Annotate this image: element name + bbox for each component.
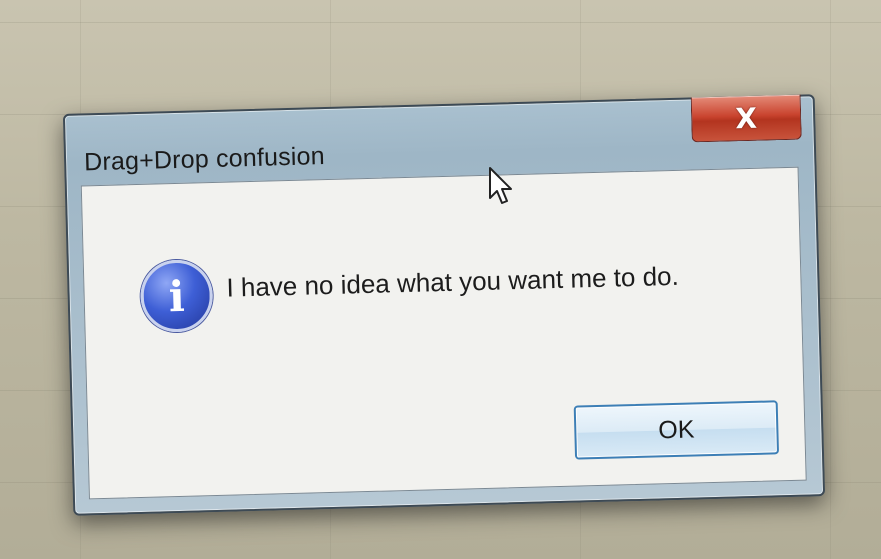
arrow-cursor-icon: [489, 167, 512, 204]
dialog-content: i I have no idea what you want me to do.…: [80, 166, 807, 500]
close-icon: X: [734, 101, 758, 135]
ok-button[interactable]: OK: [573, 400, 780, 460]
close-button[interactable]: X: [690, 94, 802, 143]
info-icon: i: [139, 259, 214, 333]
info-icon-glyph: i: [168, 271, 186, 321]
dialog-title: Drag+Drop confusion: [83, 142, 326, 177]
dialog-message: I have no idea what you want me to do.: [226, 260, 680, 303]
message-dialog: Drag+Drop confusion X i I have no idea w…: [62, 94, 826, 516]
